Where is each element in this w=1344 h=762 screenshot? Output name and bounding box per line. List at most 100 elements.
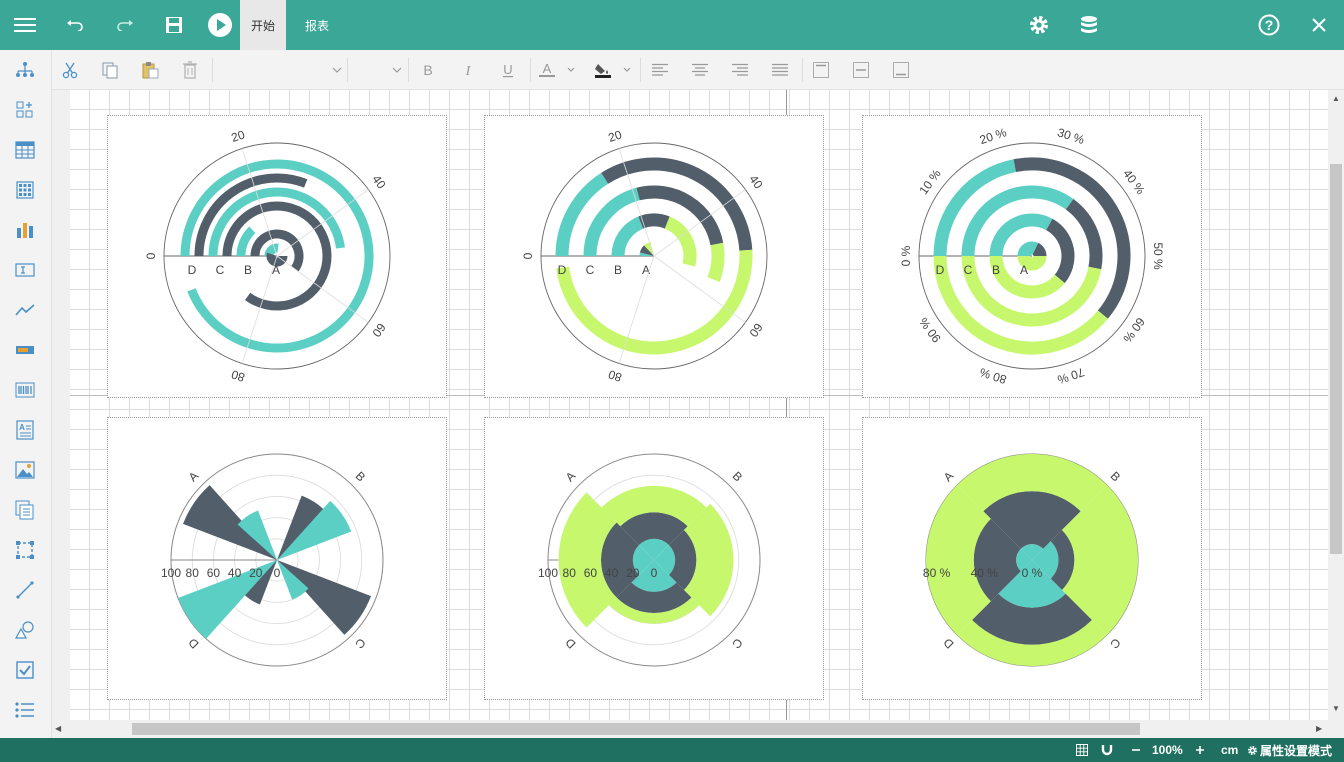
radius-tick-label: 80 [186,566,200,580]
chart-cell-4[interactable]: A B C D 100 80 60 40 20 0 [107,417,447,700]
polar-stacked-bar-chart: A B C D 100 80 60 40 20 0 [538,453,761,667]
delete-icon[interactable] [177,58,203,82]
category-label: D [185,635,201,651]
close-icon[interactable] [1296,0,1342,50]
menu-icon[interactable] [2,0,48,50]
category-label: B [992,263,1000,277]
table-icon[interactable] [11,136,39,164]
radial-stacked-bar-chart: D C B A 0 20 40 60 80 [521,127,768,385]
toolbar-divider [347,58,348,82]
hierarchy-icon[interactable] [11,56,39,84]
vertical-scroll-thumb[interactable] [1330,164,1342,554]
radial-percent-bar-chart: D C B A 0 % 10 % 20 % 30 % 40 % 50 % 60 % 70 % 80 % 9… [899,125,1165,387]
svg-text:?: ? [1265,17,1274,33]
vertical-scrollbar[interactable]: ▲ ▼ [1328,90,1344,720]
chart-cell-5[interactable]: A B C D 100 80 60 40 20 0 [484,417,824,700]
radial-bar [611,216,644,257]
radius-tick-label: 40 [228,566,242,580]
align-left-icon[interactable] [647,58,673,82]
angle-tick-label: 20 [230,127,247,145]
progress-bar-icon[interactable] [11,336,39,364]
category-label: B [730,469,746,485]
radius-tick-label: 80 % [923,566,951,580]
angle-tick-label: 60 % [1120,315,1148,346]
unit-label[interactable]: cm [1221,738,1238,762]
help-icon[interactable]: ? [1246,0,1292,50]
tab-start[interactable]: 开始 [240,0,287,50]
radius-tick-label: 0 [274,566,281,580]
category-label: D [936,263,945,277]
design-canvas[interactable]: D C B A 0 20 40 60 80 D C B A 0 20 40 60 80 D C B A 0 % 10 % 2… [52,90,1328,720]
align-right-icon[interactable] [727,58,753,82]
subreport-icon[interactable] [11,496,39,524]
paste-icon[interactable] [137,58,163,82]
textbox-icon[interactable] [11,256,39,284]
category-label: A [1020,263,1028,277]
chart-cell-1[interactable]: D C B A 0 20 40 60 80 [107,115,447,398]
property-mode-label[interactable]: 属性设置模式 [1260,738,1332,762]
fill-color-icon[interactable] [592,58,632,82]
bold-icon[interactable]: B [415,58,441,82]
italic-icon[interactable]: I [455,58,481,82]
grid-icon[interactable] [11,176,39,204]
valign-bottom-icon[interactable] [888,58,914,82]
valign-middle-icon[interactable] [848,58,874,82]
category-label: A [563,469,579,485]
category-label: A [272,263,280,277]
horizontal-scroll-thumb[interactable] [132,723,1140,735]
container-icon[interactable] [11,536,39,564]
category-label: C [216,263,225,277]
chart-cell-2[interactable]: D C B A 0 20 40 60 80 [484,115,824,398]
valign-top-icon[interactable] [808,58,834,82]
cut-icon[interactable] [57,58,83,82]
undo-icon[interactable] [52,0,98,50]
redo-icon[interactable] [102,0,148,50]
scroll-left-arrow[interactable]: ◀ [55,724,61,733]
svg-text:A: A [543,61,552,76]
snap-magnet-icon[interactable] [1097,738,1117,762]
scroll-up-arrow[interactable]: ▲ [1332,94,1340,103]
toolbar-divider [530,58,531,82]
angle-tick-label: 0 [521,252,535,259]
font-size-select[interactable] [352,58,402,82]
list-icon[interactable] [11,696,39,724]
font-family-select[interactable] [218,58,342,82]
image-icon[interactable] [11,456,39,484]
scroll-right-arrow[interactable]: ▶ [1316,724,1322,733]
checkbox-icon[interactable] [11,656,39,684]
tab-report[interactable]: 报表 [294,0,340,50]
gear-icon[interactable] [1016,0,1062,50]
zoom-in-button[interactable] [1192,738,1208,762]
add-component-icon[interactable] [11,96,39,124]
show-grid-icon[interactable] [1072,738,1092,762]
font-color-icon[interactable]: A [536,58,576,82]
chart-cell-6[interactable]: A B C D 80 % 40 % 0 % [862,417,1202,700]
rich-text-icon[interactable]: A [11,416,39,444]
align-center-icon[interactable] [687,58,713,82]
radius-tick-label: 40 % [971,566,999,580]
horizontal-scrollbar[interactable]: ◀ ▶ [52,720,1328,738]
bar-chart-icon[interactable] [11,216,39,244]
radius-tick-label: 100 [161,566,181,580]
angle-tick-label: 80 [229,367,246,385]
category-label: B [353,469,369,485]
radius-tick-label: 100 [538,566,558,580]
underline-icon[interactable]: U [495,58,521,82]
line-icon[interactable] [11,576,39,604]
copy-icon[interactable] [97,58,123,82]
chart-cell-3[interactable]: D C B A 0 % 10 % 20 % 30 % 40 % 50 % 60 % 70 % 80 % 9… [862,115,1202,398]
zoom-out-button[interactable] [1128,738,1144,762]
category-label: B [244,263,252,277]
scroll-down-arrow[interactable]: ▼ [1332,704,1340,713]
shape-icon[interactable] [11,616,39,644]
preview-play-icon[interactable] [197,0,243,50]
align-justify-icon[interactable] [767,58,793,82]
database-icon[interactable] [1066,0,1112,50]
settings-gear-icon[interactable] [1245,738,1259,762]
line-chart-icon[interactable] [11,296,39,324]
radius-tick-label: 40 [605,566,619,580]
category-label: C [729,635,745,651]
angle-tick-label: 80 % [978,365,1009,387]
save-icon[interactable] [151,0,197,50]
barcode-icon[interactable] [11,376,39,404]
